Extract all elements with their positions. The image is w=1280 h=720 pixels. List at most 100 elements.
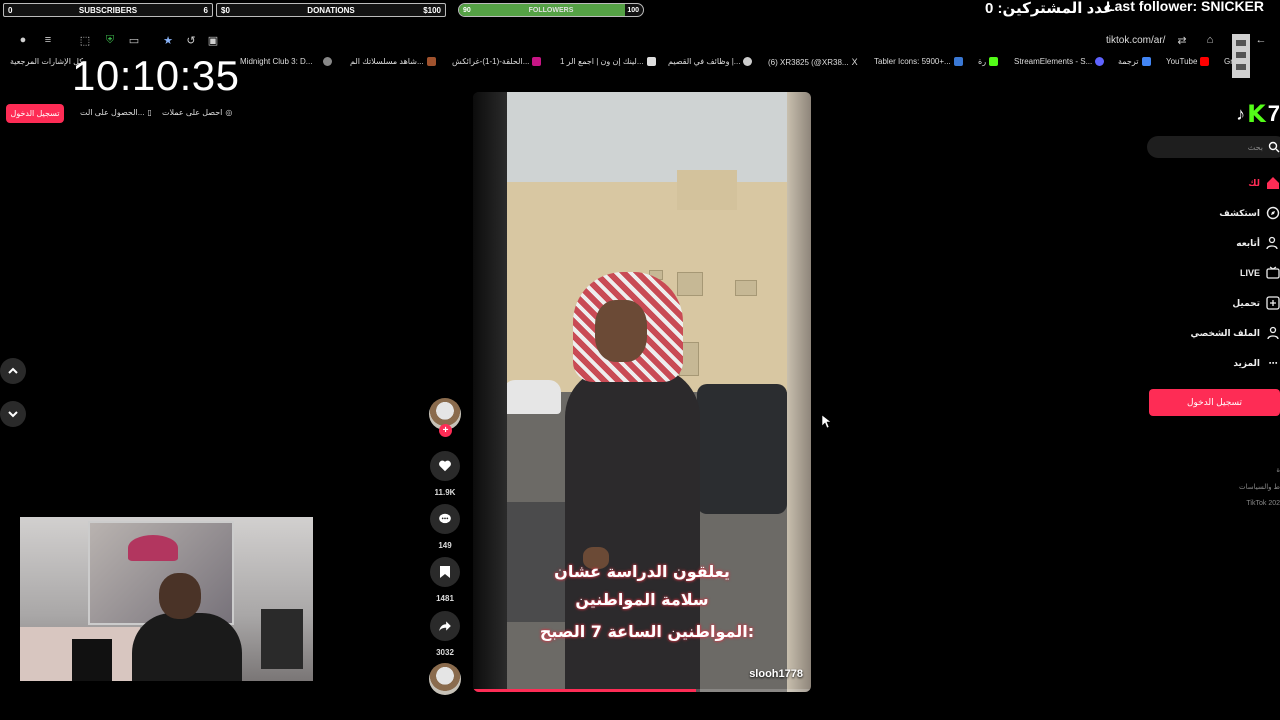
bookmark-item[interactable]: Tabler Icons: 5900+... (874, 57, 963, 66)
bookmark-item[interactable]: 1 لينك إن ون | اجمع الر... (560, 57, 656, 66)
google-translate-icon (1141, 57, 1151, 66)
save-count: 1481 (436, 594, 454, 603)
video-caption-line: سلامة المواطنين (575, 590, 709, 609)
save-button[interactable] (430, 557, 460, 587)
donations-goal: $100 (423, 5, 441, 15)
webcam-overlay (20, 517, 313, 681)
donations-bar: $0 DONATIONS $100 (216, 3, 446, 17)
github-icon (743, 57, 753, 66)
address-bar[interactable]: tiktok.com/ar/ (1106, 35, 1165, 46)
compass-icon (1266, 206, 1280, 220)
link-icon (532, 57, 542, 66)
search-icon[interactable] (1268, 141, 1280, 153)
sidebar-item-explore[interactable]: استكشف (1219, 206, 1280, 220)
back-arrow-icon[interactable]: ← (1254, 33, 1268, 47)
get-coins-link[interactable]: احصل على عملات ◎ (162, 108, 232, 117)
previous-video-button[interactable] (0, 358, 26, 384)
bookmark-item[interactable]: وظائف في القصيم |... (668, 57, 753, 66)
sidebar-item-following[interactable]: أتابعه (1236, 236, 1280, 250)
like-button[interactable] (430, 451, 460, 481)
footer-link[interactable]: ة (1276, 466, 1280, 474)
history-icon[interactable]: ↺ (184, 33, 198, 47)
video-progress-fill[interactable] (473, 689, 697, 692)
home-browser-icon[interactable]: ⌂ (1203, 33, 1217, 47)
bookmark-star-icon[interactable]: ★ (161, 33, 175, 47)
site-settings-icon[interactable]: ⇄ (1175, 33, 1189, 47)
comment-count: 149 (438, 541, 452, 550)
kick-k-icon: K (1247, 100, 1266, 128)
video-player[interactable]: يعلقون الدراسة عشان سلامة المواطنين المو… (473, 92, 811, 692)
bookmark-item[interactable]: شاهد مسلسلاتك الم... (350, 57, 436, 66)
search-input[interactable]: بحث (1147, 136, 1280, 158)
window-icon[interactable]: ▭ (127, 33, 141, 47)
top-login-button[interactable]: تسجيل الدخول (6, 104, 64, 123)
streamer (132, 613, 242, 681)
shield-icon[interactable]: ⛨ (103, 33, 117, 47)
donations-current: $0 (221, 5, 230, 15)
subscribers-label: SUBSCRIBERS (78, 5, 138, 15)
comment-icon (439, 513, 451, 524)
bookmark-item[interactable]: Midnight Club 3: D... (240, 57, 333, 66)
stream-clock: 10:10:35 (72, 52, 240, 99)
followers-goal: 100 (627, 6, 639, 14)
logo-seven: 7 (1267, 101, 1280, 126)
get-app-link[interactable]: الحصول على الت... ▯ (80, 108, 152, 117)
x-icon: X (851, 57, 858, 67)
sidebar-item-more[interactable]: المزيد ⋯ (1233, 356, 1280, 370)
sidebar-item-live[interactable]: LIVE (1240, 266, 1280, 280)
subscriber-count-arabic: عدد المشتركين: 0 (985, 0, 1114, 17)
bookmark-item[interactable]: ترجمة (1118, 57, 1151, 66)
sidebar-item-for-you[interactable]: لك (1248, 176, 1280, 190)
sidebar-item-upload[interactable]: تحميل (1232, 296, 1280, 310)
bookmark-item[interactable]: (6) XR3825 (@XR38... X (768, 57, 858, 67)
more-icon: ⋯ (1268, 357, 1278, 368)
footer-link[interactable]: ط والسياسات (1239, 483, 1280, 491)
share-button[interactable] (430, 611, 460, 641)
terminal-icon (953, 57, 963, 66)
sidebar-login-button[interactable]: تسجيل الدخول (1149, 389, 1280, 416)
user-follow-icon (1266, 236, 1280, 250)
footer-copyright: TikTok 202 (1246, 500, 1280, 507)
upload-icon (1266, 296, 1280, 310)
followers-bar: 90 FOLLOWERS 100 (458, 3, 644, 17)
briefcase-icon (646, 57, 656, 66)
video-username[interactable]: slooh1778 (749, 668, 803, 680)
tiktok-kick-logo[interactable]: ♪ K 7 (1236, 100, 1280, 128)
follow-plus-icon[interactable]: + (439, 424, 452, 437)
profile-icon (1266, 326, 1280, 340)
subscribers-current: 0 (8, 5, 13, 15)
bookmark-item[interactable]: Gr (1224, 57, 1233, 66)
mouse-cursor-icon (822, 415, 832, 429)
sidebar-item-profile[interactable]: الملف الشخصي (1191, 326, 1280, 340)
coin-icon: ◎ (225, 108, 233, 117)
next-video-button[interactable] (0, 401, 26, 427)
followers-current: 90 (463, 6, 471, 14)
chevron-up-icon (8, 367, 18, 374)
comment-button[interactable] (430, 504, 460, 534)
bookmark-item[interactable]: الحلقة-(1-1)-غرائكش... (452, 57, 542, 66)
phone-icon: ▯ (147, 108, 152, 117)
dark-reader-icon[interactable]: ● (16, 33, 30, 47)
streamelements-icon (1095, 57, 1105, 66)
video-caption-line: يعلقون الدراسة عشان (554, 562, 730, 581)
bookmark-item[interactable]: YouTube (1166, 57, 1210, 66)
live-icon (1266, 266, 1280, 280)
bookmark-item[interactable]: StreamElements - S... (1014, 57, 1105, 66)
playlist-icon[interactable]: ≡ (41, 33, 55, 47)
kick-icon (989, 57, 999, 66)
bookmark-icon (440, 566, 450, 578)
screenshot-icon[interactable]: ▣ (206, 33, 220, 47)
like-count: 11.9K (434, 488, 456, 497)
share-icon (439, 621, 451, 632)
microphone (72, 639, 112, 681)
followers-progress-fill (459, 4, 625, 16)
share-count: 3032 (436, 648, 454, 657)
subscribers-goal: 6 (203, 5, 208, 15)
extension-icon[interactable]: ⬚ (78, 33, 92, 47)
sound-avatar[interactable] (429, 663, 461, 695)
youtube-icon (1200, 57, 1210, 66)
heart-icon (439, 460, 451, 472)
film-icon (426, 57, 436, 66)
globe-icon (323, 57, 333, 66)
bookmark-item[interactable]: رة (978, 57, 999, 66)
